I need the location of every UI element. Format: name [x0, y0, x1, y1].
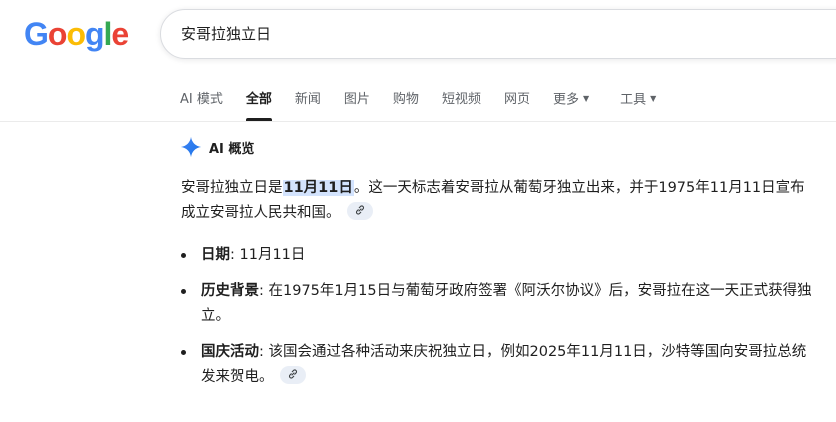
search-tabs: AI 模式 全部 新闻 图片 购物 短视频 网页 更多 ▼ 工具 ▼	[180, 86, 679, 122]
ai-summary: 安哥拉独立日是11月11日。这一天标志着安哥拉从葡萄牙独立出来，并于1975年1…	[181, 176, 813, 226]
logo-letter: o	[66, 16, 86, 52]
ai-bullet-list: 日期: 11月11日 历史背景: 在1975年1月15日与葡萄牙政府签署《阿沃尔…	[181, 243, 813, 401]
tab-web[interactable]: 网页	[504, 86, 530, 121]
tab-short-videos[interactable]: 短视频	[442, 86, 481, 121]
google-logo[interactable]: Google	[24, 15, 129, 53]
tab-images[interactable]: 图片	[344, 86, 370, 121]
tab-label: 新闻	[294, 92, 321, 107]
logo-letter: e	[111, 16, 129, 52]
highlighted-answer: 11月11日	[282, 180, 354, 196]
tools-label: 工具	[620, 92, 647, 108]
source-link-button[interactable]	[279, 366, 306, 384]
bullet-label: 历史背景	[201, 283, 259, 299]
search-input[interactable]	[181, 10, 781, 58]
logo-letter: g	[84, 16, 105, 52]
ai-overview-title: AI 概览	[209, 141, 255, 157]
tab-label: 全部	[245, 92, 272, 107]
tools-button[interactable]: 工具 ▼	[620, 86, 656, 121]
summary-text: 安哥拉独立日是	[181, 180, 283, 196]
caret-down-icon: ▼	[582, 94, 590, 103]
list-item: 历史背景: 在1975年1月15日与葡萄牙政府签署《阿沃尔协议》后，安哥拉在这一…	[181, 279, 813, 329]
tab-label: 短视频	[441, 92, 481, 107]
logo-letter: o	[47, 16, 68, 52]
bullet-label: 国庆活动	[201, 344, 259, 360]
tab-label: 图片	[343, 92, 370, 107]
list-item: 日期: 11月11日	[181, 243, 813, 268]
list-item: 国庆活动: 该国会通过各种活动来庆祝独立日，例如2025年11月11日，沙特等国…	[181, 340, 813, 390]
gemini-sparkle-icon	[180, 136, 202, 158]
tab-more[interactable]: 更多 ▼	[553, 86, 589, 121]
tab-ai-mode[interactable]: AI 模式	[180, 86, 223, 121]
tab-news[interactable]: 新闻	[295, 86, 321, 121]
search-box[interactable]	[160, 9, 836, 59]
tab-shopping[interactable]: 购物	[393, 86, 419, 121]
source-link-button[interactable]	[346, 202, 373, 220]
tab-label: 网页	[503, 92, 530, 107]
bullet-text: : 11月11日	[230, 247, 306, 263]
bullet-text: : 在1975年1月15日与葡萄牙政府签署《阿沃尔协议》后，安哥拉在这一天正式获…	[201, 283, 812, 324]
logo-letter: G	[24, 16, 49, 52]
tab-label: AI 模式	[180, 92, 223, 107]
ai-overview-header: AI 概览	[180, 136, 254, 158]
bullet-label: 日期	[201, 247, 230, 263]
caret-down-icon: ▼	[650, 94, 657, 103]
tab-all[interactable]: 全部	[245, 86, 272, 121]
link-icon	[288, 369, 297, 379]
tabs-divider	[0, 121, 836, 122]
tab-label: 更多	[552, 92, 579, 108]
tab-label: 购物	[392, 92, 419, 107]
link-icon	[355, 205, 364, 215]
